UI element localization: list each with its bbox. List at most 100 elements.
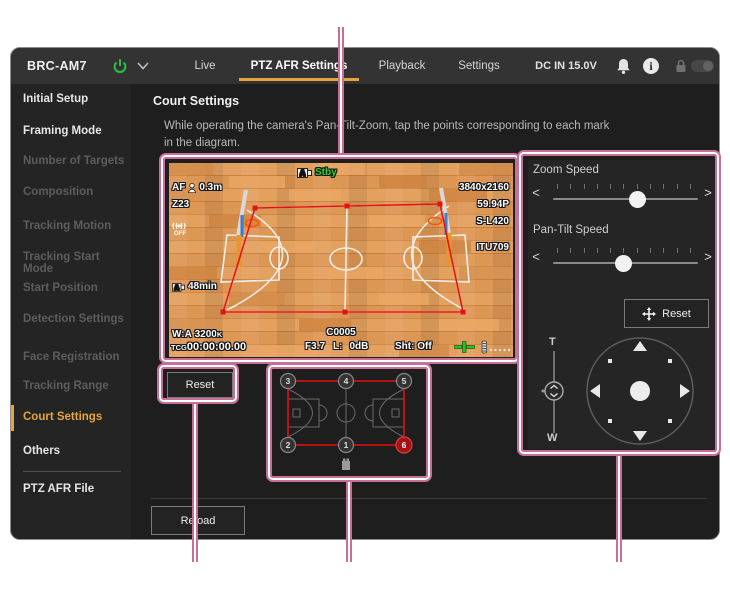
bottom-divider	[151, 498, 707, 499]
zoom-speed-increase-button[interactable]	[701, 185, 715, 201]
svg-text:3: 3	[286, 376, 291, 386]
court-points-diagram[interactable]: 3 4 5 2 1 6	[275, 372, 425, 476]
diagram-point-6-active[interactable]: 6	[395, 436, 413, 454]
audio-level-icon	[481, 340, 510, 354]
bell-icon[interactable]	[616, 58, 631, 75]
tab-settings[interactable]: Settings	[449, 48, 509, 84]
camera-position-icon	[342, 458, 350, 470]
camera-status-icon: A	[297, 168, 312, 178]
lock-toggle[interactable]	[691, 60, 714, 72]
zoom-speed-decrease-button[interactable]	[529, 185, 543, 201]
diagram-point-3[interactable]: 3	[279, 372, 297, 390]
pan-tilt-speed-slider-knob[interactable]	[615, 255, 632, 272]
tilt-down-button[interactable]	[633, 431, 647, 441]
wide-label: W	[547, 432, 558, 444]
media-time: 48min	[188, 281, 217, 292]
sidebar-item-initial-setup[interactable]: Initial Setup	[23, 93, 129, 105]
power-source-status: DC IN 15.0V	[535, 60, 597, 72]
timecode-overlay: TCG00:00:00.00	[171, 341, 247, 353]
pan-left-button[interactable]	[590, 384, 600, 398]
sidebar-item-ptz-afr-file[interactable]: PTZ AFR File	[23, 483, 129, 495]
zoom-speed-ticks	[557, 184, 691, 189]
sidebar-item-composition: Composition	[23, 186, 94, 198]
zoom-position: Z23	[172, 199, 190, 210]
sidebar-item-tracking-start-mode: Tracking Start Mode	[23, 251, 100, 275]
exposure-overlay: F3.7 L: 0dB	[305, 341, 369, 352]
diag-down-right-marker[interactable]	[668, 419, 672, 423]
pan-tilt-pad[interactable]	[577, 328, 703, 454]
chevron-down-icon[interactable]	[137, 62, 149, 70]
sidebar-item-number-of-targets: Number of Targets	[23, 155, 125, 167]
sidebar-divider	[23, 471, 121, 472]
pan-tilt-speed-increase-button[interactable]	[701, 249, 715, 265]
svg-text:A: A	[174, 285, 179, 292]
media-overlay: A 48min	[172, 281, 217, 292]
active-tab-underline	[239, 78, 359, 81]
svg-text:5: 5	[402, 376, 407, 386]
clip-name: C0005	[326, 327, 356, 338]
framerate: 59.94P	[477, 199, 509, 210]
svg-text:2: 2	[286, 440, 291, 450]
color-space: ITU709	[476, 242, 509, 253]
sidebar-item-tracking-motion: Tracking Motion	[23, 220, 112, 232]
device-name: BRC-AM7	[27, 59, 87, 73]
person-icon	[188, 182, 197, 193]
pan-tilt-speed-label: Pan-Tilt Speed	[533, 224, 609, 236]
tab-live[interactable]: Live	[185, 48, 225, 84]
sidebar-item-detection-settings: Detection Settings	[23, 313, 124, 325]
page-description: While operating the camera's Pan-Tilt-Zo…	[164, 120, 610, 149]
sidebar-item-court-settings[interactable]: Court Settings	[23, 411, 129, 423]
sidebar-item-framing-mode[interactable]: Framing Mode	[23, 125, 129, 137]
timecode: 00:00:00.00	[186, 341, 247, 353]
af-overlay: AF 0.3m	[172, 182, 223, 193]
svg-text:A: A	[300, 169, 306, 178]
camera-court-view[interactable]: A Stby AF 0.3m Z23 OFF A 48min W:A 3200K…	[169, 163, 513, 357]
sidebar-item-start-position: Start Position	[23, 282, 98, 294]
iris-value: F3.7	[305, 341, 326, 352]
top-bar: BRC-AM7 Live PTZ AFR Settings Playback S…	[11, 48, 719, 84]
reload-button[interactable]: Reload	[151, 506, 245, 535]
sidebar-item-others[interactable]: Others	[23, 445, 129, 457]
sidebar-item-face-registration: Face Registration	[23, 351, 120, 363]
pan-right-button[interactable]	[680, 384, 690, 398]
zoom-speed-slider-knob[interactable]	[629, 191, 646, 208]
meters-overlay	[454, 340, 510, 354]
media-camera-icon: A	[172, 283, 185, 292]
lock-icon	[676, 59, 686, 72]
svg-text:6: 6	[402, 440, 407, 450]
active-item-accent-bar	[11, 405, 14, 431]
move-icon	[642, 306, 657, 321]
diag-up-right-marker[interactable]	[668, 359, 672, 363]
pan-tilt-reset-button[interactable]: Reset	[624, 299, 709, 328]
gain-value: 0dB	[349, 341, 369, 352]
court-reset-button[interactable]: Reset	[167, 372, 233, 398]
pan-tilt-speed-ticks	[557, 248, 691, 253]
tab-playback[interactable]: Playback	[372, 48, 432, 84]
svg-text:OFF: OFF	[174, 231, 186, 236]
status-overlay: A Stby	[297, 166, 337, 178]
shutter-status: Sht: Off	[395, 341, 432, 352]
zoom-speed-label: Zoom Speed	[533, 164, 599, 176]
diagram-point-1[interactable]: 1	[337, 436, 355, 454]
tilt-up-button[interactable]	[633, 341, 647, 351]
sidebar-item-tracking-range: Tracking Range	[23, 380, 109, 392]
info-icon[interactable]	[643, 58, 659, 74]
diag-up-left-marker[interactable]	[608, 359, 612, 363]
focus-meter-icon	[454, 341, 475, 353]
camera-status: Stby	[315, 166, 337, 178]
pan-tilt-center-button[interactable]	[630, 381, 650, 401]
zoom-speed-slider-track[interactable]	[553, 198, 698, 200]
resolution: 3840x2160	[458, 182, 509, 193]
app-window: BRC-AM7 Live PTZ AFR Settings Playback S…	[10, 47, 720, 540]
diagram-point-4[interactable]: 4	[337, 372, 355, 390]
diagram-point-2[interactable]: 2	[279, 436, 297, 454]
af-distance: 0.3m	[199, 182, 223, 193]
diagram-point-5[interactable]: 5	[395, 372, 413, 390]
zoom-rocker[interactable]	[534, 330, 574, 448]
power-icon[interactable]	[112, 58, 128, 74]
toggle-knob	[703, 61, 713, 71]
svg-text:4: 4	[344, 376, 349, 386]
page-title: Court Settings	[153, 94, 240, 108]
diag-down-left-marker[interactable]	[608, 419, 612, 423]
pan-tilt-speed-decrease-button[interactable]	[529, 249, 543, 265]
